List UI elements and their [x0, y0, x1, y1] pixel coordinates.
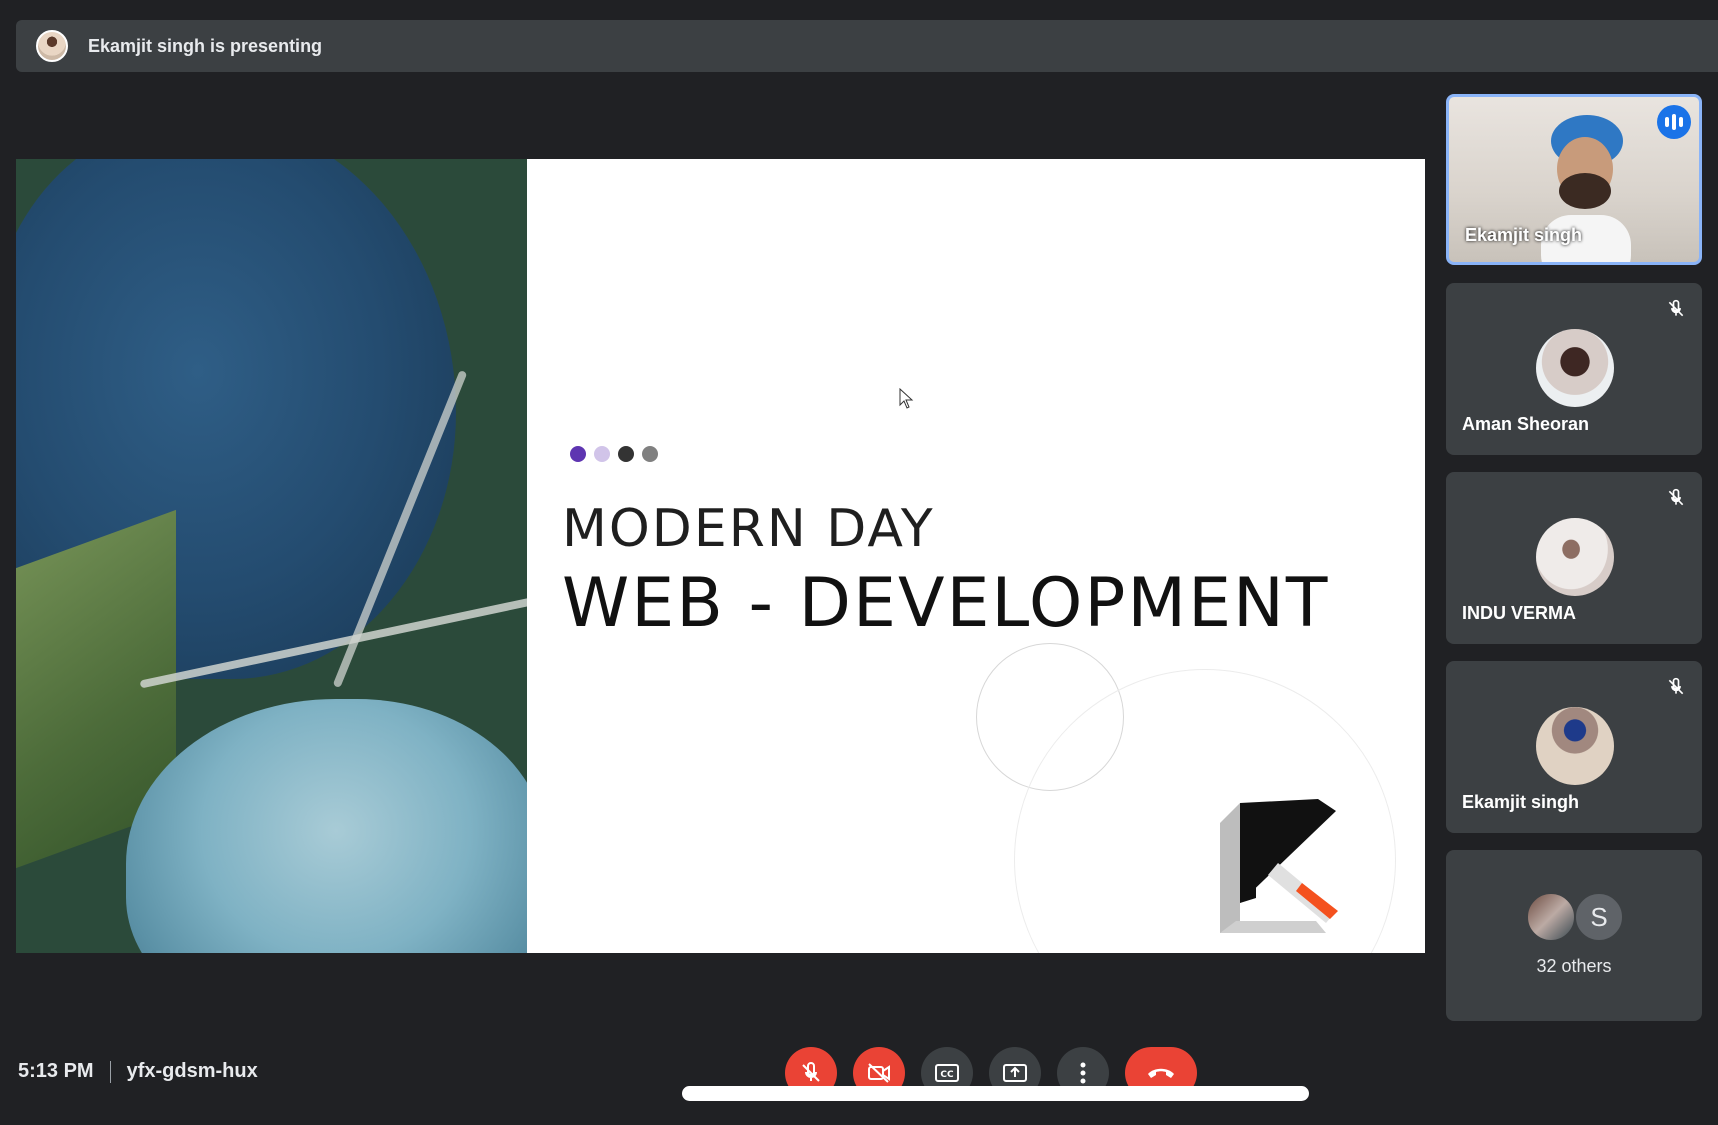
- brand-logo-icon: [1220, 799, 1338, 933]
- slide-title-line2: WEB - DEVELOPMENT: [562, 564, 1330, 643]
- slide-dot: [570, 446, 586, 462]
- svg-text:CC: CC: [940, 1070, 954, 1080]
- home-indicator-bar[interactable]: [682, 1086, 1309, 1101]
- mic-off-icon: [1668, 488, 1684, 506]
- present-screen-icon: [1003, 1064, 1027, 1082]
- presenting-banner: Ekamjit singh is presenting: [16, 20, 1718, 72]
- participant-tile[interactable]: Aman Sheoran: [1446, 283, 1702, 455]
- meeting-info: 5:13 PM yfx-gdsm-hux: [18, 1060, 258, 1083]
- mic-off-icon: [1668, 299, 1684, 317]
- participant-name: Ekamjit singh: [1465, 225, 1583, 245]
- participant-name: Ekamjit singh: [1462, 792, 1580, 812]
- participant-tile[interactable]: Ekamjit singh: [1446, 661, 1702, 833]
- presenter-avatar: [36, 30, 68, 62]
- speaking-indicator-icon: [1657, 105, 1691, 139]
- closed-captions-icon: CC: [935, 1064, 959, 1082]
- slide-dot: [618, 446, 634, 462]
- others-tile[interactable]: S 32 others: [1446, 850, 1702, 1021]
- meeting-code[interactable]: yfx-gdsm-hux: [127, 1060, 258, 1083]
- participant-avatar: [1536, 707, 1614, 785]
- participant-name: INDU VERMA: [1462, 603, 1577, 623]
- clock-time: 5:13 PM: [18, 1060, 94, 1082]
- mic-off-icon: [802, 1062, 820, 1082]
- slide-dot: [642, 446, 658, 462]
- participant-avatar: [1536, 329, 1614, 407]
- camera-off-icon: [868, 1063, 890, 1083]
- participant-tile[interactable]: INDU VERMA: [1446, 472, 1702, 644]
- more-options-icon: [1080, 1062, 1086, 1084]
- slide-dots: [570, 446, 658, 462]
- mouse-cursor-icon: [899, 388, 914, 409]
- participant-name: Aman Sheoran: [1462, 414, 1590, 434]
- divider: [109, 1060, 111, 1083]
- slide-title-line1: MODERN DAY: [562, 499, 935, 559]
- presenting-text: Ekamjit singh is presenting: [88, 35, 323, 56]
- slide-aerial-photo: [16, 159, 527, 953]
- end-call-icon: [1148, 1068, 1174, 1078]
- others-avatars: S: [1526, 892, 1636, 946]
- participant-avatar: [1536, 518, 1614, 596]
- participant-tile-active[interactable]: Ekamjit singh: [1446, 94, 1702, 265]
- mic-off-icon: [1668, 677, 1684, 695]
- others-count: 32 others: [1536, 956, 1612, 976]
- shared-screen: MODERN DAY WEB - DEVELOPMENT: [16, 159, 1425, 953]
- slide-dot: [594, 446, 610, 462]
- participant-avatar: [1526, 892, 1576, 942]
- participant-initial-avatar: S: [1574, 892, 1624, 942]
